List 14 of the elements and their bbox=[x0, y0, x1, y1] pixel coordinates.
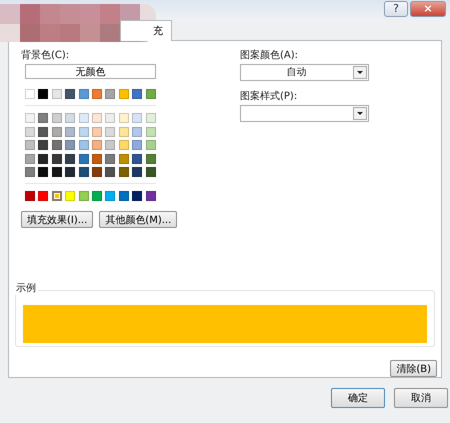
field-label: 背景色(C): bbox=[21, 49, 70, 62]
cancel-button[interactable]: 取消 bbox=[394, 388, 448, 408]
field-label: 图案样式(P): bbox=[240, 90, 298, 103]
ok-button[interactable]: 确定 bbox=[331, 388, 385, 408]
field-label: 图案颜色(A): bbox=[240, 49, 300, 62]
help-button[interactable]: ? bbox=[384, 1, 408, 17]
fill-effects-button[interactable]: 填充效果(I)... bbox=[21, 211, 94, 228]
color-swatch[interactable] bbox=[52, 191, 62, 202]
clear-button[interactable]: 清除(B) bbox=[390, 360, 437, 377]
group-label: 示例 bbox=[14, 281, 38, 296]
tab[interactable]: 充 bbox=[120, 20, 172, 41]
more-colors-button[interactable]: 其他颜色(M)... bbox=[99, 211, 178, 228]
no-color-button[interactable]: 无颜色 bbox=[25, 64, 156, 79]
dropdown[interactable]: 自动 bbox=[240, 64, 369, 81]
